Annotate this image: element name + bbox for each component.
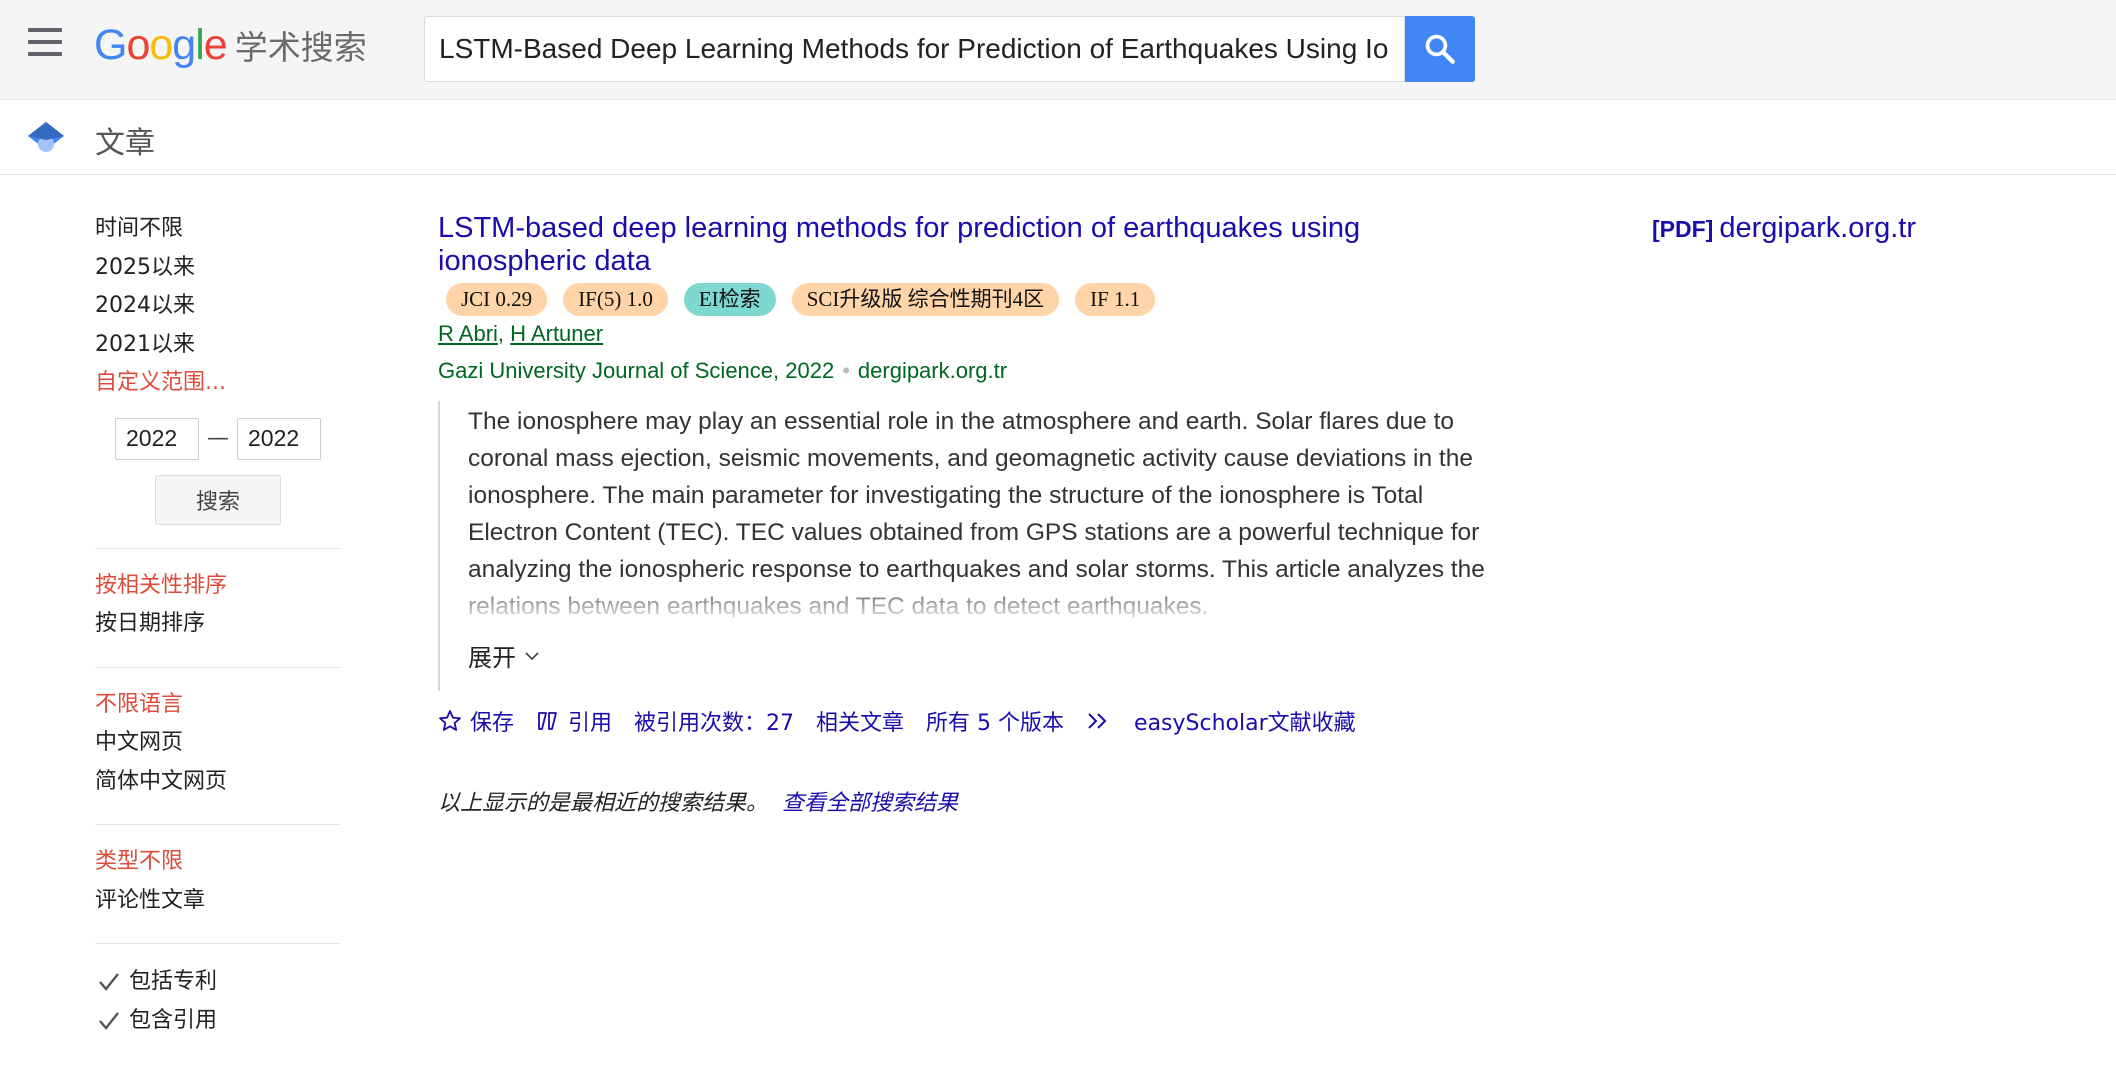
logo-letter: g xyxy=(172,21,196,69)
expand-button[interactable]: 展开 xyxy=(468,638,540,673)
range-dash: — xyxy=(207,426,229,451)
search-input[interactable] xyxy=(425,17,1404,81)
include-patents-checkbox[interactable]: 包括专利 xyxy=(95,962,340,1001)
quote-icon xyxy=(538,712,557,730)
more-button[interactable] xyxy=(1086,710,1112,732)
filter-sidebar: 时间不限 2025以来 2024以来 2021以来 自定义范围... — 搜索 … xyxy=(95,210,340,1040)
logo-suffix: 学术搜索 xyxy=(234,28,367,67)
logo-letter: G xyxy=(94,21,127,69)
all-versions-link[interactable]: 所有 5 个版本 xyxy=(926,705,1064,737)
sort-by-date[interactable]: 按日期排序 xyxy=(95,605,340,644)
to-year-input[interactable] xyxy=(237,417,321,460)
source-domain: dergipark.org.tr xyxy=(857,358,1008,383)
result-title-link[interactable]: LSTM-based deep learning methods for pre… xyxy=(438,212,1398,278)
google-wordmark: Google xyxy=(94,20,228,70)
include-patents-label: 包括专利 xyxy=(129,969,218,994)
badge-jci[interactable]: JCI 0.29 xyxy=(446,283,548,316)
badge-if5[interactable]: IF(5) 1.0 xyxy=(563,283,668,316)
filter-custom-range[interactable]: 自定义范围... xyxy=(95,364,340,403)
view-all-results-link[interactable]: 查看全部搜索结果 xyxy=(782,791,958,816)
search-box xyxy=(424,16,1405,82)
easyscholar-label: easyScholar文献收藏 xyxy=(1134,711,1356,736)
author-link[interactable]: R Abri xyxy=(438,321,498,346)
closest-results-note: 以上显示的是最相近的搜索结果。 查看全部搜索结果 xyxy=(438,785,1538,817)
easyscholar-collect-link[interactable]: easyScholar文献收藏 xyxy=(1134,705,1356,737)
language-chinese-pages[interactable]: 中文网页 xyxy=(95,724,340,763)
badge-ei[interactable]: EI检索 xyxy=(683,283,776,316)
abstract-block: The ionosphere may play an essential rol… xyxy=(438,401,1518,691)
language-simplified-chinese-pages[interactable]: 简体中文网页 xyxy=(95,763,340,802)
range-search-button[interactable]: 搜索 xyxy=(155,474,281,525)
pdf-link[interactable]: [PDF] dergipark.org.tr xyxy=(1652,212,1916,245)
badge-sci-zone[interactable]: SCI升级版 综合性期刊4区 xyxy=(791,283,1060,316)
search-button[interactable] xyxy=(1405,16,1475,82)
logo-letter: e xyxy=(203,21,228,69)
save-label: 保存 xyxy=(470,711,515,736)
section-title: 文章 xyxy=(95,126,155,161)
related-articles-link[interactable]: 相关文章 xyxy=(816,705,904,737)
filter-since-2021[interactable]: 2021以来 xyxy=(95,326,340,365)
sort-by-relevance[interactable]: 按相关性排序 xyxy=(95,567,340,606)
checkmark-icon xyxy=(99,1011,119,1030)
double-chevron-right-icon xyxy=(1088,713,1107,729)
filter-any-time[interactable]: 时间不限 xyxy=(95,210,340,249)
filter-since-2024[interactable]: 2024以来 xyxy=(95,287,340,326)
author-link[interactable]: H Artuner xyxy=(510,321,603,346)
type-review-articles[interactable]: 评论性文章 xyxy=(95,882,340,921)
checkmark-icon xyxy=(99,972,119,991)
related-articles-label: 相关文章 xyxy=(816,711,905,736)
author-separator: , xyxy=(497,321,511,346)
cited-by-label: 被引用次数：27 xyxy=(634,711,795,736)
divider xyxy=(95,547,340,549)
cite-button[interactable]: 引用 xyxy=(536,705,612,737)
google-scholar-logo[interactable]: Google 学术搜索 xyxy=(94,20,367,70)
logo-letter: l xyxy=(195,21,205,69)
metric-badges: JCI 0.29 IF(5) 1.0 EI检索 SCI升级版 综合性期刊4区 I… xyxy=(446,283,1538,317)
search-icon xyxy=(1425,34,1455,64)
result-actions: 保存 引用 被引用次数：27 相关文章 所有 5 个版本 easyScholar… xyxy=(438,705,1538,737)
all-versions-label: 所有 5 个版本 xyxy=(926,711,1065,736)
cite-label: 引用 xyxy=(568,711,613,736)
hamburger-menu-icon[interactable] xyxy=(26,28,64,62)
language-any[interactable]: 不限语言 xyxy=(95,686,340,725)
logo-letter: o xyxy=(126,21,150,69)
top-bar: Google 学术搜索 xyxy=(0,0,2116,100)
custom-range-inputs: — xyxy=(115,417,340,460)
expand-label: 展开 xyxy=(468,644,516,672)
from-year-input[interactable] xyxy=(115,417,199,460)
source-separator: • xyxy=(842,358,850,383)
filter-since-2025[interactable]: 2025以来 xyxy=(95,249,340,288)
badge-if[interactable]: IF 1.1 xyxy=(1075,283,1156,316)
save-button[interactable]: 保存 xyxy=(438,705,514,737)
chevron-down-icon xyxy=(525,651,539,660)
abstract-text: The ionosphere may play an essential rol… xyxy=(468,408,1485,618)
closest-results-text: 以上显示的是最相近的搜索结果。 xyxy=(438,791,769,816)
pdf-domain: dergipark.org.tr xyxy=(1719,212,1916,244)
result-source: Gazi University Journal of Science, 2022… xyxy=(438,355,1538,387)
include-citations-checkbox[interactable]: 包含引用 xyxy=(95,1001,340,1040)
section-header: 文章 xyxy=(0,100,2116,175)
pdf-tag: [PDF] xyxy=(1652,216,1714,242)
scholar-cap-icon xyxy=(28,122,64,152)
result-authors: R Abri, H Artuner xyxy=(438,318,1538,350)
divider xyxy=(95,943,340,944)
search-result: LSTM-based deep learning methods for pre… xyxy=(438,212,1538,817)
divider xyxy=(95,666,340,668)
star-icon xyxy=(439,710,461,731)
journal-year: Gazi University Journal of Science, 2022 xyxy=(438,358,835,383)
type-any[interactable]: 类型不限 xyxy=(95,843,340,882)
cited-by-link[interactable]: 被引用次数：27 xyxy=(634,705,794,737)
include-citations-label: 包含引用 xyxy=(129,1008,218,1033)
divider xyxy=(95,824,340,825)
logo-letter: o xyxy=(149,21,173,69)
